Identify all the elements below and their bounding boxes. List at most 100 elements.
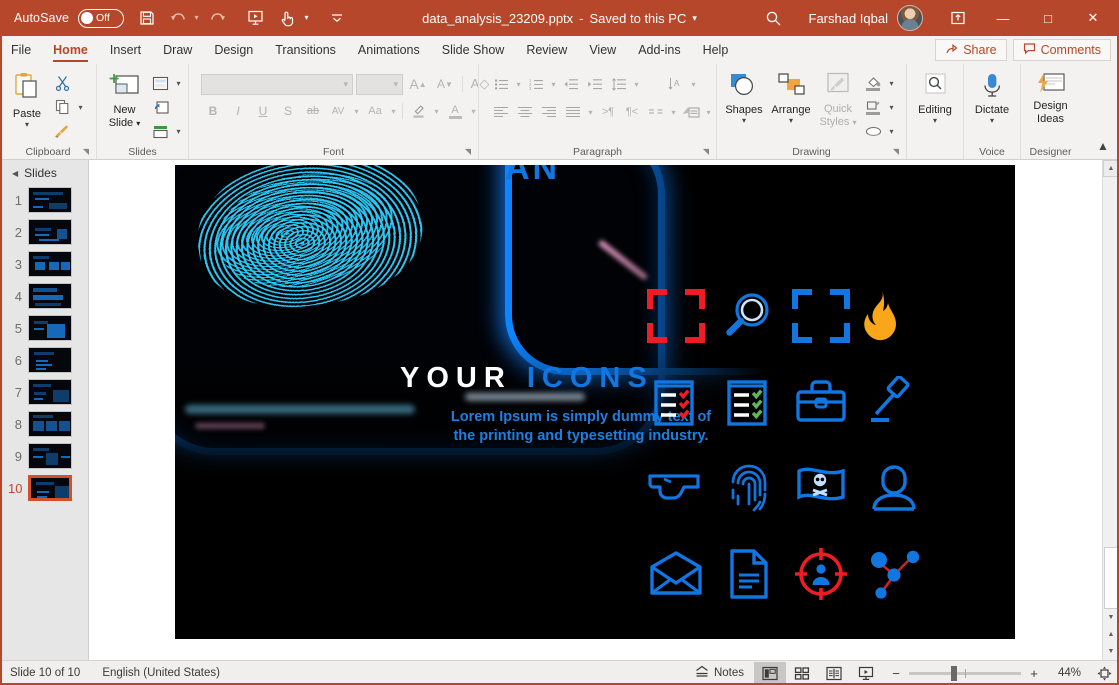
shape-effects-caret-icon[interactable]: ▾ [886,127,897,136]
shape-outline-icon[interactable] [861,96,885,118]
fit-slide-to-window-icon[interactable] [1089,666,1119,681]
section-dropdown-caret-icon[interactable]: ▾ [173,127,184,136]
columns-icon[interactable] [644,101,668,123]
tab-review[interactable]: Review [515,36,578,64]
tab-file[interactable]: File [0,36,42,64]
triangle-collapse-icon[interactable]: ◀ [12,169,18,178]
convert-to-smartart-icon[interactable] [679,101,703,123]
align-right-icon[interactable] [537,101,561,123]
bullets-caret-icon[interactable]: ▾ [513,80,524,89]
columns-caret-icon[interactable]: ▾ [668,108,679,117]
slide-thumbnail-8[interactable] [28,411,72,437]
zoom-out-button[interactable]: − [890,666,902,681]
numbering-caret-icon[interactable]: ▾ [548,80,559,89]
slide-thumbnail-2[interactable] [28,219,72,245]
search-icon[interactable] [754,3,794,33]
editing-caret-icon[interactable]: ▾ [933,117,937,125]
slide-thumbnail-row[interactable]: 1 [0,184,88,216]
undo-icon[interactable] [163,4,192,32]
font-dialog-launcher-icon[interactable]: ◥ [465,147,471,156]
shape-fill-caret-icon[interactable]: ▾ [886,79,897,88]
bullets-icon[interactable] [489,73,513,95]
document-title[interactable]: data_analysis_23209.pptx [422,11,573,26]
slide-thumbnail-row[interactable]: 9 [0,440,88,472]
dictate-caret-icon[interactable]: ▾ [990,117,994,125]
slide-top-cutoff-text[interactable]: AN [505,165,560,188]
start-presentation-icon[interactable] [241,4,270,32]
slide-thumbnail-3[interactable] [28,251,72,277]
tab-view[interactable]: View [578,36,627,64]
character-spacing-button[interactable]: AV [326,100,350,122]
shape-outline-caret-icon[interactable]: ▾ [886,103,897,112]
design-ideas-button[interactable]: Design Ideas [1025,70,1076,125]
character-spacing-caret-icon[interactable]: ▾ [351,107,362,116]
icon-cell[interactable] [713,368,786,440]
icon-cell[interactable] [785,454,858,526]
font-color-icon[interactable]: A [443,100,467,122]
justify-icon[interactable] [561,101,585,123]
change-case-button[interactable]: Aa [363,100,387,122]
icon-cell[interactable] [785,282,858,354]
tab-insert[interactable]: Insert [99,36,152,64]
slide-thumbnail-row[interactable]: 6 [0,344,88,376]
slideshow-button[interactable] [850,662,882,684]
slide-thumbnail-row[interactable]: 2 [0,216,88,248]
decrease-font-size-button[interactable]: A ▼ [433,73,457,95]
smartart-caret-icon[interactable]: ▾ [703,108,714,117]
normal-view-button[interactable] [754,662,786,684]
slide-thumbnail-9[interactable] [28,443,72,469]
underline-button[interactable]: U [251,100,275,122]
slide-thumbnail-10[interactable] [28,475,72,501]
reading-view-button[interactable] [818,662,850,684]
slide-thumbnail-row[interactable]: 7 [0,376,88,408]
numbering-icon[interactable]: 123 [524,73,548,95]
slide-thumbnail-6[interactable] [28,347,72,373]
user-name[interactable]: Farshad Iqbal [809,11,889,26]
icon-cell[interactable] [858,282,931,354]
tab-draw[interactable]: Draw [152,36,203,64]
layout-icon[interactable] [148,72,172,94]
shapes-caret-icon[interactable]: ▾ [742,117,746,125]
tab-help[interactable]: Help [692,36,740,64]
text-highlight-icon[interactable] [406,100,430,122]
touch-mode-icon[interactable] [272,4,301,32]
bold-button[interactable]: B [201,100,225,122]
maximize-button[interactable]: □ [1026,1,1070,35]
text-direction-caret-icon[interactable]: ▾ [688,80,699,89]
slide-thumbnail-row[interactable]: 8 [0,408,88,440]
drawing-dialog-launcher-icon[interactable]: ◥ [893,147,899,156]
align-center-icon[interactable] [513,101,537,123]
tab-slide-show[interactable]: Slide Show [431,36,516,64]
saved-status-caret-icon[interactable]: ▾ [692,13,697,24]
copy-icon[interactable] [50,96,74,118]
ribbon-display-options-icon[interactable] [936,1,980,35]
arrange-caret-icon[interactable]: ▾ [789,117,793,125]
editing-button[interactable]: Editing ▾ [911,70,959,125]
justify-caret-icon[interactable]: ▾ [585,108,596,117]
icon-cell[interactable] [713,282,786,354]
current-slide[interactable]: AN YOUR ICONS Lorem Ipsum is simply dumm… [175,165,1015,639]
slide-thumbnail-1[interactable] [28,187,72,213]
slide-title[interactable]: YOUR ICONS [400,362,654,395]
paste-dropdown-caret-icon[interactable]: ▾ [25,121,29,129]
slide-counter[interactable]: Slide 10 of 10 [0,661,90,685]
text-shadow-button[interactable]: S [276,100,300,122]
customize-quick-access-icon[interactable] [322,4,351,32]
slide-thumbnail-row[interactable]: 3 [0,248,88,280]
left-to-right-icon[interactable]: >¶ [596,101,620,123]
new-slide-button[interactable]: New Slide ▾ [101,70,148,130]
zoom-track[interactable] [909,665,1021,681]
slide-thumbnail-row[interactable]: 4 [0,280,88,312]
comments-button[interactable]: Comments [1012,39,1111,61]
autosave-toggle[interactable]: Off [78,8,125,28]
close-button[interactable]: ✕ [1071,1,1115,35]
icon-cell[interactable] [640,454,713,526]
share-button[interactable]: Share [935,39,1007,61]
dictate-button[interactable]: Dictate ▾ [968,70,1016,125]
increase-indent-icon[interactable] [583,73,607,95]
icon-cell[interactable] [713,454,786,526]
zoom-slider[interactable]: − + 44% [882,665,1089,681]
clipboard-dialog-launcher-icon[interactable]: ◥ [83,147,89,156]
right-to-left-icon[interactable]: ¶< [620,101,644,123]
zoom-value[interactable]: 44% [1047,667,1081,679]
